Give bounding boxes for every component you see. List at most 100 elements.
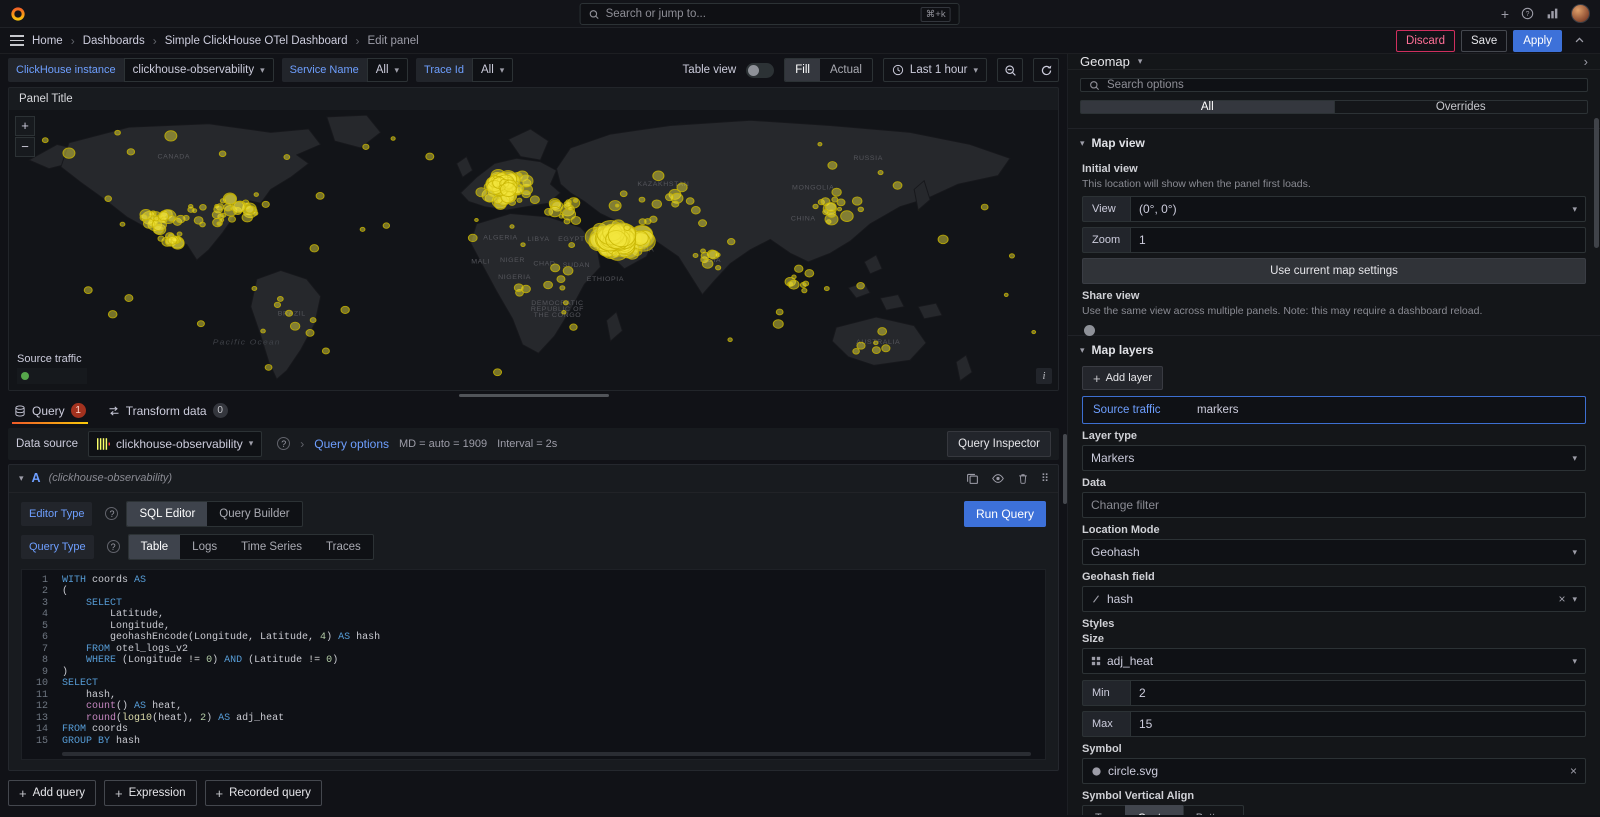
field-type-icon: [1091, 594, 1101, 604]
recorded-query-button[interactable]: +Recorded query: [205, 780, 322, 806]
section-map-view-header[interactable]: ▾ Map view: [1068, 129, 1600, 157]
sql-editor-option[interactable]: SQL Editor: [127, 502, 207, 526]
max-label: Max: [1082, 711, 1130, 737]
add-icon[interactable]: +: [1501, 6, 1509, 22]
query-type-time-series[interactable]: Time Series: [229, 535, 314, 559]
sidebar-scrollbar[interactable]: [1594, 118, 1599, 248]
left-pane-scrollbar[interactable]: [1063, 434, 1067, 504]
time-range-picker[interactable]: Last 1 hour ▾: [883, 58, 987, 82]
clear-icon[interactable]: ×: [1558, 592, 1565, 606]
editor-type-help-icon[interactable]: ?: [105, 507, 118, 520]
duplicate-query-icon[interactable]: [966, 472, 979, 485]
chevron-down-icon: ▾: [260, 65, 265, 76]
query-builder-option[interactable]: Query Builder: [207, 502, 301, 526]
global-search-input[interactable]: Search or jump to... ⌘+k: [580, 3, 960, 25]
data-filter-control[interactable]: Change filter: [1082, 492, 1586, 518]
chevron-right-icon[interactable]: ›: [300, 437, 304, 451]
query-type-help-icon[interactable]: ?: [107, 540, 120, 553]
min-input[interactable]: 2: [1130, 680, 1586, 706]
tab-transform-data[interactable]: Transform data 0: [106, 399, 230, 424]
query-inspector-button[interactable]: Query Inspector: [947, 431, 1051, 457]
zoom-input[interactable]: 1: [1130, 227, 1586, 253]
actual-option[interactable]: Actual: [820, 59, 872, 81]
query-footer: +Add query +Expression +Recorded query: [8, 771, 1059, 815]
user-avatar[interactable]: [1571, 4, 1590, 23]
collapse-sidebar-icon[interactable]: ›: [1584, 54, 1588, 69]
sql-code-editor[interactable]: 1WITH coords AS2(3 SELECT4 Latitude,5 Lo…: [21, 569, 1046, 761]
save-button[interactable]: Save: [1461, 30, 1507, 52]
hide-query-eye-icon[interactable]: [991, 472, 1005, 485]
svg-text:NIGERIA: NIGERIA: [498, 274, 531, 280]
layer-item-source-traffic[interactable]: Source traffic markers: [1082, 396, 1586, 424]
map-zoom-in-button[interactable]: +: [15, 116, 35, 136]
section-map-layers-header[interactable]: ▾ Map layers: [1068, 336, 1600, 364]
grafana-logo[interactable]: [10, 6, 26, 22]
sql-code-lines: 1WITH coords AS2(3 SELECT4 Latitude,5 Lo…: [22, 575, 1045, 748]
query-datasource-hint: (clickhouse-observability): [49, 472, 173, 484]
visualization-picker[interactable]: Geomap ▾ ›: [1068, 54, 1600, 70]
refresh-button[interactable]: [1033, 58, 1059, 82]
section-map-layers: ▾ Map layers + Add layer Source traffic …: [1068, 335, 1600, 815]
pane-resize-handle[interactable]: [8, 391, 1059, 398]
options-search-input[interactable]: Search options: [1080, 78, 1588, 92]
breadcrumb-dashboard-name[interactable]: Simple ClickHouse OTel Dashboard: [165, 35, 348, 47]
location-mode-select[interactable]: Geohash ▾: [1082, 539, 1586, 565]
chevron-down-icon: ▾: [1080, 345, 1085, 356]
geohash-field-select[interactable]: hash ×▾: [1082, 586, 1586, 612]
svg-text:ALGERIA: ALGERIA: [483, 235, 518, 241]
size-field-select[interactable]: adj_heat ▾: [1082, 648, 1586, 674]
clear-icon[interactable]: ×: [1570, 764, 1577, 778]
add-query-button[interactable]: +Add query: [8, 780, 96, 806]
layer-name: Source traffic: [1093, 404, 1197, 416]
max-input[interactable]: 15: [1130, 711, 1586, 737]
use-current-map-settings-button[interactable]: Use current map settings: [1082, 258, 1586, 284]
breadcrumb-dashboards[interactable]: Dashboards: [83, 35, 145, 47]
help-icon[interactable]: ?: [1521, 7, 1534, 20]
delete-query-trash-icon[interactable]: [1017, 472, 1029, 485]
valign-center[interactable]: Center: [1125, 805, 1184, 815]
usage-stats-icon[interactable]: [1546, 7, 1559, 20]
tab-overrides[interactable]: Overrides: [1334, 100, 1589, 114]
tab-query[interactable]: Query 1: [12, 399, 88, 424]
valign-top[interactable]: Top: [1082, 805, 1126, 815]
query-options-toggle[interactable]: Query options: [314, 437, 389, 451]
datasource-select[interactable]: clickhouse-observability ▾: [88, 431, 262, 457]
grafana-edit-panel-page: Search or jump to... ⌘+k + ? Home › Dash…: [0, 0, 1600, 817]
map-attribution-info-button[interactable]: i: [1036, 368, 1052, 384]
query-type-traces[interactable]: Traces: [314, 535, 373, 559]
run-query-button[interactable]: Run Query: [964, 501, 1046, 527]
drag-handle-icon[interactable]: ⠿: [1041, 472, 1048, 485]
service-name-select[interactable]: All▾: [367, 58, 408, 82]
zoom-out-time-button[interactable]: [997, 58, 1023, 82]
tab-all[interactable]: All: [1080, 100, 1334, 114]
symbol-select[interactable]: circle.svg ×: [1082, 758, 1586, 784]
world-map[interactable]: RUSSIACANADAKAZAKHSTANMONGOLIACHINAINDIA…: [9, 110, 1058, 390]
code-horizontal-scrollbar[interactable]: [62, 752, 1031, 756]
trace-id-select[interactable]: All▾: [472, 58, 513, 82]
datasource-help-icon[interactable]: ?: [277, 437, 290, 450]
view-select[interactable]: (0°, 0°) ▾: [1130, 196, 1586, 222]
collapse-options-icon[interactable]: [1568, 30, 1590, 52]
min-label: Min: [1082, 680, 1130, 706]
valign-bottom[interactable]: Bottom: [1183, 805, 1244, 815]
collapse-query-icon[interactable]: ▾: [19, 473, 24, 484]
apply-button[interactable]: Apply: [1513, 30, 1562, 52]
query-type-table[interactable]: Table: [129, 535, 181, 559]
expression-button[interactable]: +Expression: [104, 780, 196, 806]
svg-text:MALI: MALI: [471, 259, 490, 265]
table-view-toggle[interactable]: [746, 63, 774, 78]
breadcrumb-home[interactable]: Home: [32, 35, 63, 47]
query-type-logs[interactable]: Logs: [180, 535, 229, 559]
fill-option[interactable]: Fill: [785, 59, 820, 81]
layer-type-select[interactable]: Markers ▾: [1082, 445, 1586, 471]
query-header[interactable]: ▾ A (clickhouse-observability) ⠿: [9, 465, 1058, 493]
add-layer-button[interactable]: + Add layer: [1082, 366, 1163, 390]
trace-id-label: Trace Id: [416, 58, 472, 82]
clickhouse-instance-select[interactable]: clickhouse-observability▾: [124, 58, 274, 82]
menu-toggle-icon[interactable]: [10, 35, 24, 46]
table-view-label: Table view: [683, 64, 737, 76]
discard-button[interactable]: Discard: [1396, 30, 1455, 52]
data-label: Data: [1082, 477, 1586, 489]
field-icon: [1091, 656, 1101, 666]
map-zoom-out-button[interactable]: −: [15, 137, 35, 157]
